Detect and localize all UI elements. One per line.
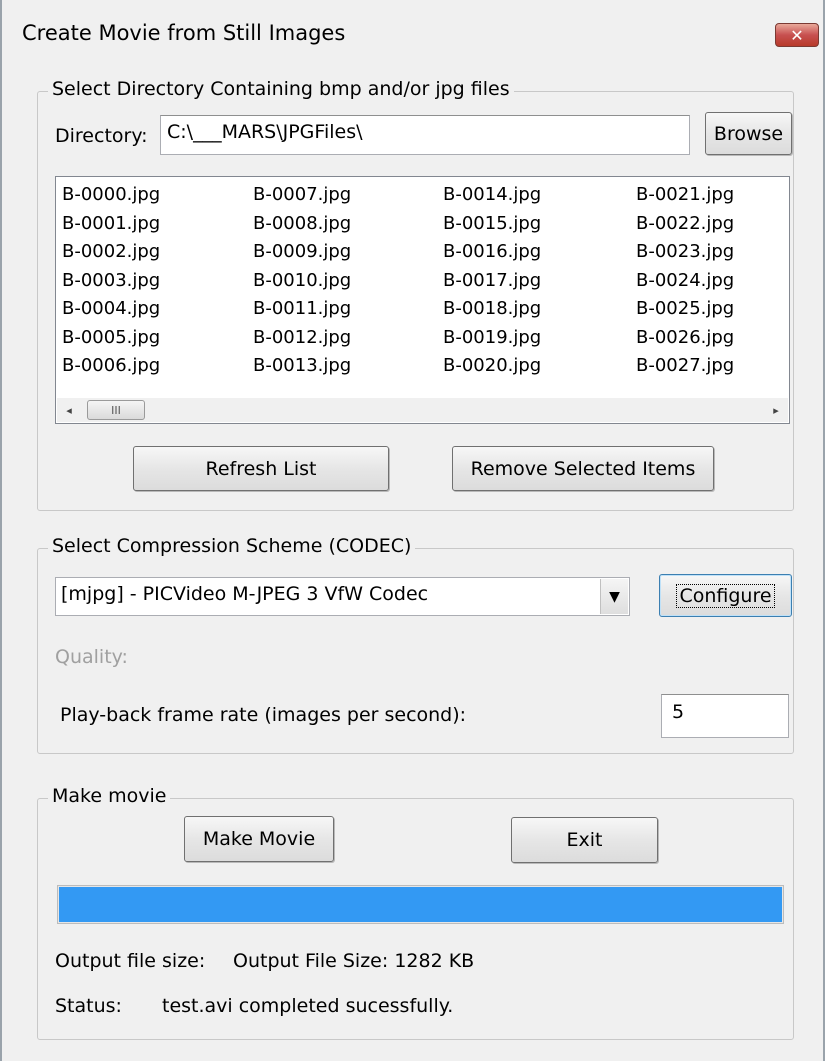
list-item[interactable]: B-0002.jpg (62, 238, 160, 267)
browse-button[interactable]: Browse (705, 112, 792, 155)
close-button[interactable]: ✕ (775, 23, 819, 47)
framerate-label: Play-back frame rate (images per second)… (60, 704, 467, 726)
window-title: Create Movie from Still Images (22, 21, 346, 45)
remove-selected-label: Remove Selected Items (470, 457, 696, 480)
dialog-window: Create Movie from Still Images ✕ Select … (0, 0, 825, 1061)
make-movie-group: Make movie Make Movie Exit Output file s… (37, 785, 794, 1040)
list-item[interactable]: B-0021.jpg (636, 181, 734, 210)
list-item[interactable]: B-0004.jpg (62, 295, 160, 324)
list-item[interactable]: B-0000.jpg (62, 181, 160, 210)
directory-group-label: Select Directory Containing bmp and/or j… (48, 78, 514, 100)
list-item[interactable]: B-0024.jpg (636, 267, 734, 296)
chevron-left-icon: ◂ (66, 403, 72, 417)
grip-icon: III (111, 403, 121, 417)
codec-select[interactable]: [mjpg] - PICVideo M-JPEG 3 VfW Codec ▼ (55, 577, 630, 616)
file-column-3: B-0014.jpg B-0015.jpg B-0016.jpg B-0017.… (443, 181, 541, 381)
file-list[interactable]: B-0000.jpg B-0001.jpg B-0002.jpg B-0003.… (55, 176, 790, 424)
list-item[interactable]: B-0006.jpg (62, 352, 160, 381)
list-item[interactable]: B-0020.jpg (443, 352, 541, 381)
list-item[interactable]: B-0027.jpg (636, 352, 734, 381)
list-item[interactable]: B-0012.jpg (253, 324, 351, 353)
list-item[interactable]: B-0014.jpg (443, 181, 541, 210)
codec-selected-value: [mjpg] - PICVideo M-JPEG 3 VfW Codec (61, 583, 429, 605)
browse-button-label: Browse (713, 122, 784, 145)
list-item[interactable]: B-0025.jpg (636, 295, 734, 324)
list-item[interactable]: B-0022.jpg (636, 210, 734, 239)
progress-bar (57, 885, 784, 924)
status-value: test.avi completed sucessfully. (162, 995, 454, 1017)
directory-group: Select Directory Containing bmp and/or j… (37, 78, 794, 511)
list-item[interactable]: B-0001.jpg (62, 210, 160, 239)
list-item[interactable]: B-0011.jpg (253, 295, 351, 324)
title-bar[interactable]: Create Movie from Still Images ✕ (2, 0, 823, 72)
make-movie-group-label: Make movie (48, 785, 171, 807)
refresh-list-label: Refresh List (205, 457, 317, 480)
codec-group-label: Select Compression Scheme (CODEC) (48, 535, 416, 557)
list-item[interactable]: B-0005.jpg (62, 324, 160, 353)
list-item[interactable]: B-0023.jpg (636, 238, 734, 267)
scroll-left-button[interactable]: ◂ (57, 398, 81, 422)
horizontal-scrollbar[interactable]: ◂ III ▸ (57, 398, 788, 422)
list-item[interactable]: B-0019.jpg (443, 324, 541, 353)
status-label: Status: (55, 995, 122, 1017)
list-item[interactable]: B-0015.jpg (443, 210, 541, 239)
file-column-2: B-0007.jpg B-0008.jpg B-0009.jpg B-0010.… (253, 181, 351, 381)
file-column-4: B-0021.jpg B-0022.jpg B-0023.jpg B-0024.… (636, 181, 734, 381)
output-size-label: Output file size: (55, 950, 206, 972)
scroll-right-button[interactable]: ▸ (764, 398, 788, 422)
codec-dropdown-button[interactable]: ▼ (600, 579, 628, 614)
quality-label: Quality: (55, 646, 128, 668)
codec-group: Select Compression Scheme (CODEC) [mjpg]… (37, 535, 794, 754)
progress-bar-fill (59, 887, 782, 922)
list-item[interactable]: B-0009.jpg (253, 238, 351, 267)
chevron-down-icon: ▼ (609, 588, 620, 605)
list-item[interactable]: B-0016.jpg (443, 238, 541, 267)
framerate-input[interactable]: 5 (661, 694, 789, 738)
close-icon: ✕ (790, 25, 804, 45)
make-movie-label: Make Movie (202, 828, 316, 850)
list-item[interactable]: B-0007.jpg (253, 181, 351, 210)
scroll-thumb[interactable]: III (87, 400, 145, 420)
list-item[interactable]: B-0008.jpg (253, 210, 351, 239)
list-item[interactable]: B-0003.jpg (62, 267, 160, 296)
list-item[interactable]: B-0017.jpg (443, 267, 541, 296)
exit-button[interactable]: Exit (511, 817, 658, 863)
output-size-value: Output File Size: 1282 KB (233, 950, 475, 972)
remove-selected-button[interactable]: Remove Selected Items (452, 446, 714, 491)
refresh-list-button[interactable]: Refresh List (133, 446, 389, 491)
list-item[interactable]: B-0026.jpg (636, 324, 734, 353)
chevron-right-icon: ▸ (773, 403, 779, 417)
file-column-1: B-0000.jpg B-0001.jpg B-0002.jpg B-0003.… (62, 181, 160, 381)
list-item[interactable]: B-0018.jpg (443, 295, 541, 324)
list-item[interactable]: B-0010.jpg (253, 267, 351, 296)
exit-label: Exit (566, 829, 603, 851)
directory-input[interactable]: C:\___MARS\JPGFiles\ (160, 115, 690, 155)
list-item[interactable]: B-0013.jpg (253, 352, 351, 381)
configure-label: Configure (676, 583, 775, 608)
configure-button[interactable]: Configure (659, 574, 792, 617)
make-movie-button[interactable]: Make Movie (184, 816, 334, 862)
directory-label: Directory: (55, 125, 148, 147)
